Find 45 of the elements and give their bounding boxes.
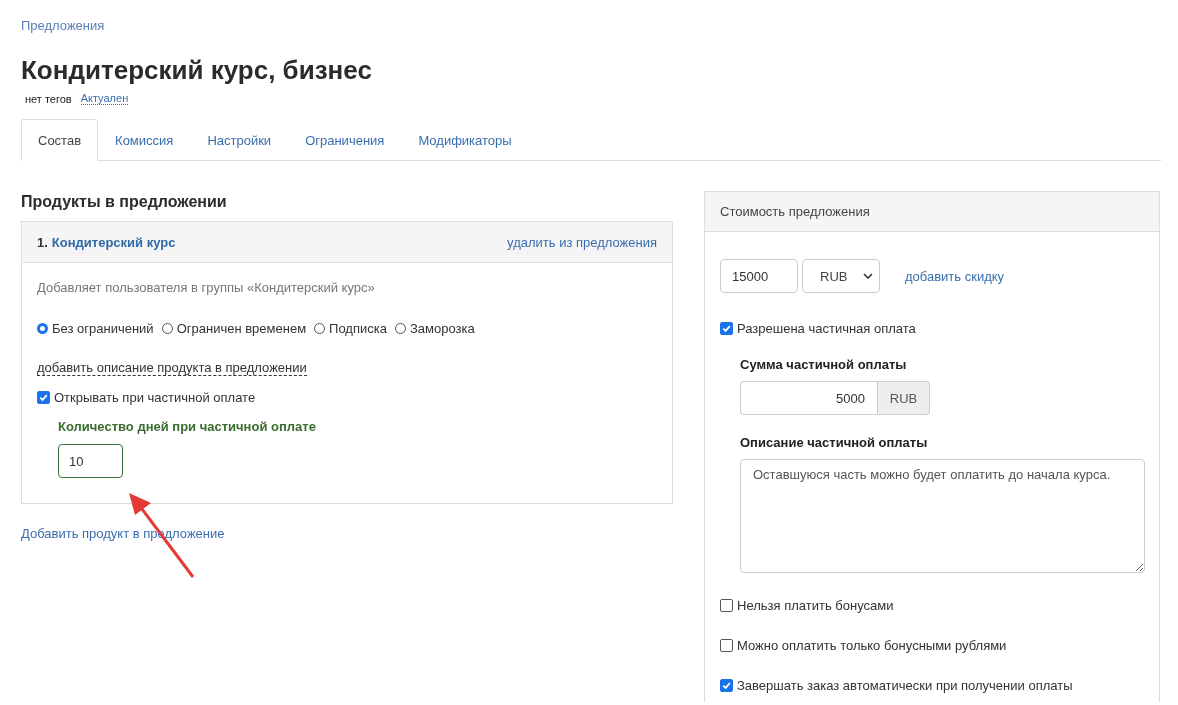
section-heading: Продукты в предложении bbox=[21, 193, 228, 211]
tab[interactable]: Комиссия bbox=[98, 119, 191, 161]
radio-label[interactable]: Заморозка bbox=[409, 321, 475, 336]
currency-select[interactable]: RUB bbox=[802, 259, 880, 293]
radio-button[interactable] bbox=[161, 323, 173, 334]
product-number: 1. bbox=[37, 234, 48, 250]
radio-label[interactable]: Подписка bbox=[329, 321, 387, 336]
currency-addon: RUB bbox=[878, 381, 930, 415]
sum-input[interactable]: 5000 bbox=[740, 381, 878, 415]
tab[interactable]: Настройки bbox=[190, 119, 289, 161]
radio-button[interactable] bbox=[394, 323, 406, 334]
panel-title: Стоимость предложения bbox=[720, 204, 870, 219]
tab[interactable]: Модификаторы bbox=[401, 119, 529, 161]
checkbox[interactable] bbox=[720, 679, 733, 692]
description-textarea[interactable]: Оставшуюся часть можно будет оплатить до начала курса. bbox=[740, 459, 1145, 573]
checkbox[interactable] bbox=[720, 639, 733, 652]
tags-label: нет тегов bbox=[25, 92, 72, 105]
checkbox-label[interactable]: Завершать заказ автоматически при получении оплаты bbox=[737, 678, 1073, 693]
price-input[interactable]: 15000 bbox=[720, 259, 798, 293]
checkbox-label[interactable]: Можно оплатить только бонусными рублями bbox=[737, 638, 1007, 653]
days-input[interactable]: 10 bbox=[58, 444, 123, 478]
radio-button[interactable] bbox=[37, 323, 48, 334]
tab[interactable]: Ограничения bbox=[288, 119, 402, 161]
checkbox-label[interactable]: Нельзя платить бонусами bbox=[737, 598, 894, 613]
chevron-icon bbox=[863, 273, 873, 279]
field-label: Количество дней при частичной оплате bbox=[58, 419, 317, 434]
status-link[interactable]: Актуален bbox=[80, 92, 129, 105]
remove-link[interactable]: удалить из предложения bbox=[507, 234, 657, 250]
radio-label[interactable]: Без ограничений bbox=[52, 321, 154, 336]
discount-link[interactable]: добавить скидку bbox=[905, 268, 1005, 284]
field-label: Описание частичной оплаты bbox=[740, 435, 929, 450]
checkbox-label[interactable]: Разрешена частичная оплата bbox=[737, 321, 916, 336]
field-label: Сумма частичной оплаты bbox=[740, 357, 908, 372]
page-title: Кондитерский курс, бизнес bbox=[21, 55, 373, 86]
checkbox[interactable] bbox=[720, 599, 733, 612]
product-link[interactable]: Кондитерский курс bbox=[51, 234, 176, 250]
radio-button[interactable] bbox=[314, 323, 326, 334]
radio-label[interactable]: Ограничен временем bbox=[176, 321, 307, 336]
tab[interactable]: Состав bbox=[21, 119, 99, 161]
checkbox-label[interactable]: Открывать при частичной оплате bbox=[54, 390, 256, 405]
add-description-link[interactable]: добавить описание продукта в предложении bbox=[37, 360, 307, 376]
breadcrumb-link[interactable]: Предложения bbox=[21, 18, 105, 33]
checkbox[interactable] bbox=[37, 391, 50, 404]
product-description: Добавляет пользователя в группы «Кондитерский курс» bbox=[37, 280, 376, 295]
checkbox[interactable] bbox=[720, 322, 733, 335]
